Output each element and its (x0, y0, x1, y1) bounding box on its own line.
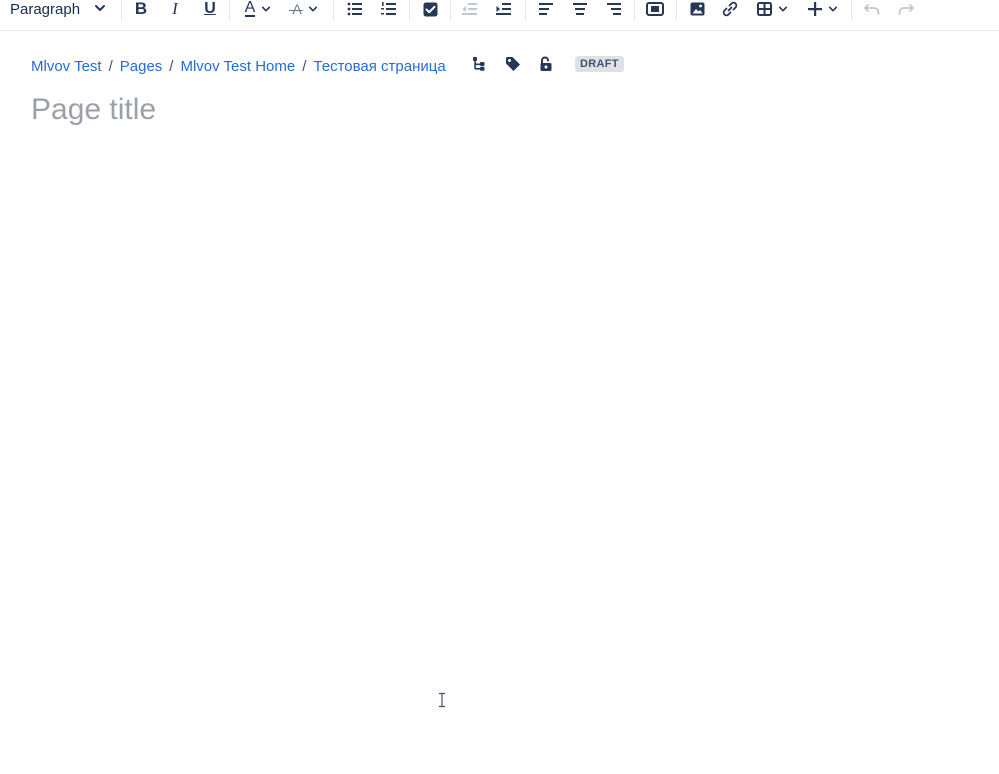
toolbar-divider (450, 0, 451, 20)
align-left-button[interactable] (536, 0, 556, 18)
tag-icon (505, 56, 521, 77)
breadcrumb-item-current[interactable]: Тестовая страница (313, 58, 445, 75)
image-icon (690, 2, 705, 16)
labels-button[interactable] (504, 56, 522, 77)
status-badge: DRAFT (575, 56, 624, 72)
page-layout-button[interactable] (645, 0, 665, 18)
insert-table-button[interactable] (754, 0, 790, 18)
clear-formatting-label: A (292, 1, 302, 17)
indent-icon (496, 2, 512, 16)
italic-button[interactable]: I (166, 0, 184, 18)
undo-icon (864, 3, 880, 15)
page-title-input[interactable] (31, 88, 931, 132)
bold-label: B (134, 0, 148, 18)
strike-line (289, 10, 303, 11)
bullet-list-button[interactable] (345, 0, 365, 18)
underline-label: U (204, 0, 216, 17)
toolbar-divider (851, 0, 852, 20)
italic-label: I (172, 0, 178, 18)
text-cursor-icon (436, 692, 448, 708)
insert-more-button[interactable] (805, 0, 841, 18)
chevron-down-icon (94, 1, 106, 18)
chevron-down-icon (828, 4, 838, 14)
insert-image-button[interactable] (687, 0, 707, 18)
breadcrumb-item-home[interactable]: Mlvov Test Home (180, 58, 295, 75)
clear-formatting-button[interactable]: A (287, 0, 323, 18)
bold-button[interactable]: B (131, 0, 151, 18)
toolbar-divider (229, 0, 230, 20)
numbered-list-icon (381, 2, 397, 16)
numbered-list-button[interactable] (379, 0, 399, 18)
align-right-icon (607, 3, 621, 15)
table-icon (756, 2, 772, 16)
breadcrumb-separator: / (169, 57, 174, 75)
align-center-icon (573, 3, 587, 15)
insert-link-button[interactable] (720, 0, 740, 18)
toolbar-divider (525, 0, 526, 20)
restrictions-button[interactable] (537, 56, 555, 77)
text-color-label: A (244, 0, 256, 17)
chevron-down-icon (778, 4, 788, 14)
plus-icon (808, 2, 822, 16)
toolbar-divider (121, 0, 122, 20)
underline-button[interactable]: U (200, 0, 220, 18)
toolbar-divider (333, 0, 334, 20)
action-item-button[interactable] (420, 0, 440, 18)
redo-icon (898, 3, 914, 15)
editor-content-area[interactable] (31, 140, 971, 760)
checkbox-icon (423, 2, 438, 17)
align-center-button[interactable] (570, 0, 590, 18)
breadcrumb: Mlvov Test / Pages / Mlvov Test Home / Т… (31, 56, 446, 76)
unlock-icon (539, 56, 553, 77)
toolbar-divider (634, 0, 635, 20)
align-left-icon (539, 3, 553, 15)
bullet-list-icon (347, 2, 363, 16)
align-right-button[interactable] (604, 0, 624, 18)
undo-button[interactable] (862, 0, 882, 18)
layout-icon (646, 2, 664, 16)
breadcrumb-separator: / (302, 57, 307, 75)
chevron-down-icon (308, 4, 318, 14)
link-icon (722, 1, 738, 17)
chevron-down-icon (261, 4, 271, 14)
toolbar-divider (676, 0, 677, 20)
outdent-button[interactable] (460, 0, 480, 18)
toolbar-divider (409, 0, 410, 20)
page-tree-button[interactable] (470, 56, 488, 77)
breadcrumb-separator: / (108, 57, 113, 75)
page-tree-icon (472, 56, 486, 77)
indent-button[interactable] (494, 0, 514, 18)
redo-button[interactable] (896, 0, 916, 18)
text-color-button[interactable]: A (240, 0, 276, 18)
editor-toolbar: Paragraph B I U A A (0, 0, 999, 31)
paragraph-style-label: Paragraph (10, 0, 81, 18)
outdent-icon (462, 2, 478, 16)
breadcrumb-item-space[interactable]: Mlvov Test (31, 58, 102, 75)
paragraph-style-dropdown[interactable]: Paragraph (10, 0, 106, 18)
breadcrumb-item-pages[interactable]: Pages (120, 58, 163, 75)
